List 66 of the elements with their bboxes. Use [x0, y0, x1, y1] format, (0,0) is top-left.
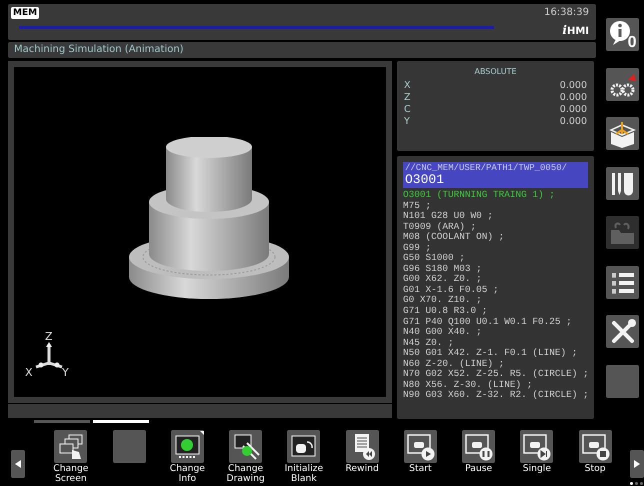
softkey-label: Initialize Blank — [284, 464, 324, 483]
axis-value: 0.000 — [560, 104, 587, 116]
softkey-label: Stop — [584, 464, 606, 474]
softkey-button[interactable] — [170, 430, 204, 463]
softkey-button[interactable] — [578, 430, 612, 463]
axis-name: X — [404, 80, 411, 92]
softkey-button[interactable] — [462, 430, 496, 463]
alarm-count: 0 — [628, 35, 636, 51]
left-arrow-icon — [14, 460, 21, 468]
program-name: O3001 — [405, 173, 446, 187]
next-button[interactable] — [630, 450, 644, 478]
ihmi-logo: iHMI — [561, 22, 589, 38]
softkey-label: Change Screen — [53, 464, 88, 483]
softkey-label: Change Info — [170, 464, 205, 483]
softkey-button[interactable] — [229, 430, 262, 463]
screen-title: Machining Simulation (Animation) — [8, 42, 596, 58]
right-arrow-icon — [634, 460, 640, 468]
mode-badge: MEM — [11, 7, 40, 19]
softkey-button[interactable] — [287, 430, 320, 463]
blank-button[interactable] — [606, 364, 638, 398]
clock-time: 16:38:39 — [544, 7, 589, 20]
softkey-label: Change Drawing — [226, 464, 265, 483]
softkey-button[interactable] — [54, 430, 88, 463]
program-line: T0909 (ARA) ; — [403, 222, 478, 232]
axis-value: 0.000 — [560, 92, 587, 104]
program-line: N101 G28 U0 W0 ; — [403, 211, 494, 222]
side-button[interactable] — [606, 315, 638, 348]
axis-name: C — [404, 104, 411, 116]
axis-name: Y — [404, 116, 410, 128]
program-line: N80 X56. Z-30. (LINE) ; — [403, 380, 534, 390]
side-button[interactable] — [606, 166, 638, 200]
softkey-button[interactable] — [346, 430, 379, 463]
program-line: N40 G00 X40. ; — [403, 327, 483, 338]
softkey-button[interactable] — [520, 430, 554, 463]
side-button[interactable] — [606, 68, 638, 100]
program-line: N60 Z-20. (LINE) ; — [403, 358, 506, 370]
alarm-info-button[interactable]: 0 — [606, 18, 638, 51]
program-line: O3001 (TURNNING TRAING 1) ; — [403, 190, 556, 201]
previous-button[interactable] — [11, 450, 25, 478]
program-line: G0 X70. Z10. ; — [403, 295, 483, 306]
position-title: ABSOLUTE — [473, 67, 518, 76]
axis-value: 0.000 — [560, 80, 587, 92]
program-line: G96 S180 M03 ; — [403, 264, 483, 274]
axis-value: 0.000 — [560, 116, 587, 128]
program-line: G01 X-1.6 F0.05 ; — [403, 284, 500, 296]
program-line: M08 (COOLANT ON) ; — [403, 232, 506, 243]
program-line: M75 ; — [403, 200, 432, 212]
program-line: N70 G02 X52. Z-25. R5. (CIRCLE) ; — [403, 369, 588, 380]
axis-name: Z — [404, 92, 411, 104]
program-line: N45 Z0. ; — [403, 338, 455, 348]
program-path: //CNC_MEM/USER/PATH1/TWP_0050/ — [405, 163, 568, 173]
softkey-button[interactable] — [404, 430, 437, 463]
program-line: N90 G03 X60. Z-32. R2. (CIRCLE) ; — [403, 390, 588, 401]
side-button[interactable] — [606, 266, 638, 298]
softkey-label: Rewind — [345, 464, 379, 474]
softkey-label: Pause — [465, 464, 492, 474]
axis-triad-drawing: Z X Y — [24, 329, 74, 379]
side-button[interactable] — [606, 117, 638, 150]
softkey-label: Single — [522, 464, 551, 474]
program-line: G99 ; — [403, 242, 432, 254]
program-line: G50 S1000 ; — [403, 253, 466, 264]
program-line: G71 P40 Q100 U0.1 W0.1 F0.25 ; — [403, 316, 573, 328]
program-line: G00 X62. Z0. ; — [403, 274, 483, 285]
program-line: N50 G01 X42. Z-1. F0.1 (LINE) ; — [403, 348, 578, 359]
program-line: G71 U0.8 R3.0 ; — [403, 306, 488, 317]
softkey-label: Start — [409, 464, 432, 474]
